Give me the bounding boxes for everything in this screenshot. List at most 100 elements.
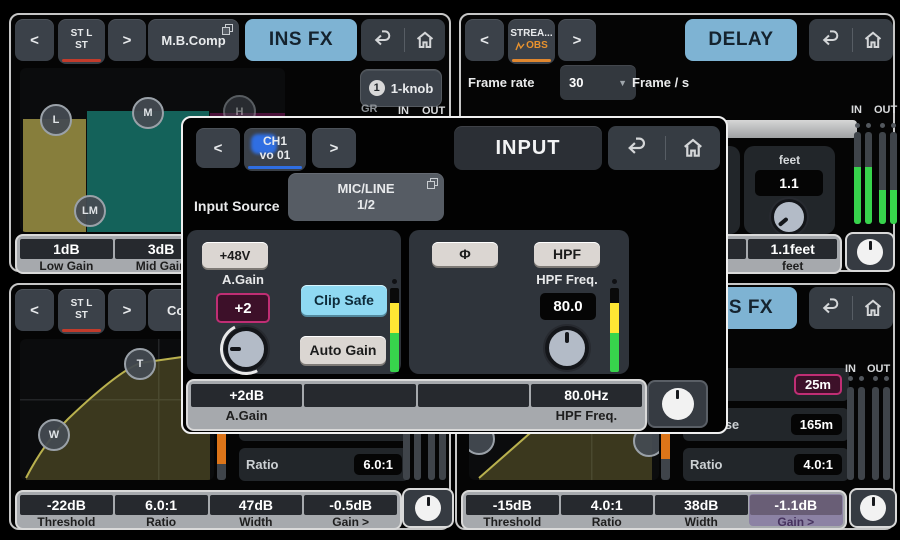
phantom-48v-button[interactable]: +48V (202, 242, 268, 268)
again-value[interactable]: +2 (216, 293, 270, 323)
attack-value[interactable]: 25m (794, 374, 842, 395)
gain-card: +48V A.Gain +2 Clip Safe Auto Gain (187, 230, 401, 374)
home-icon[interactable] (863, 298, 883, 318)
channel-select-button[interactable]: STREA... OBS (508, 19, 555, 64)
chevron-left-icon: < (30, 32, 39, 49)
footer-width[interactable]: 47dBWidth (209, 494, 304, 526)
release-value[interactable]: 165m (791, 414, 842, 435)
footer-ratio[interactable]: 4.0:1Ratio (560, 494, 655, 526)
feet-knob[interactable] (771, 199, 807, 235)
band-mid-knob[interactable]: M (132, 97, 164, 129)
scene-icon (515, 42, 525, 51)
footer-again[interactable]: +2dBA.Gain (190, 383, 303, 427)
footer-cell[interactable] (303, 383, 416, 427)
tab-delay[interactable]: DELAY (685, 19, 797, 61)
band-low-knob[interactable]: L (40, 104, 72, 136)
feet-label: feet (744, 153, 835, 167)
hpf-button[interactable]: HPF (534, 242, 600, 266)
home-icon[interactable] (682, 137, 704, 159)
home-icon[interactable] (863, 30, 883, 50)
chevron-right-icon: > (123, 302, 132, 319)
tab-ins-fx[interactable]: INS FX (245, 19, 357, 61)
footer-gain[interactable]: -0.5dBGain> (303, 494, 398, 526)
channel-select-button[interactable]: ST L ST (58, 19, 105, 64)
in-label: IN (845, 363, 856, 375)
again-knob[interactable] (224, 327, 268, 371)
channel-select-button[interactable]: ST L ST (58, 289, 105, 334)
crossover-lm-knob[interactable]: LM (74, 195, 106, 227)
hpf-freq-knob[interactable] (545, 326, 589, 370)
channel-name-2: ST (75, 310, 88, 322)
ratio-row[interactable]: Ratio 4.0:1 (683, 448, 849, 481)
input-dialog: < CH1 vo 01 > INPUT Input Source MIC/LIN… (181, 116, 728, 434)
chevron-right-icon: > (123, 32, 132, 49)
hpf-freq-value[interactable]: 80.0 (540, 293, 596, 320)
input-source-button[interactable]: MIC/LINE 1/2 (288, 173, 444, 221)
input-source-label: Input Source (194, 198, 280, 214)
footer-low-gain[interactable]: 1dBLow Gain (19, 238, 114, 270)
phase-icon: Φ (459, 246, 471, 262)
ratio-value[interactable]: 4.0:1 (794, 454, 842, 475)
chevron-left-icon: < (214, 140, 223, 157)
knob-icon (415, 495, 441, 521)
in-meter-r (858, 387, 865, 480)
out-label: OUT (874, 104, 897, 116)
dropdown-arrow-icon: ▼ (618, 78, 627, 88)
in-meter-l (854, 132, 861, 224)
prev-channel-button[interactable]: < (15, 19, 54, 61)
auto-gain-button[interactable]: Auto Gain (300, 336, 386, 364)
touch-knob-button[interactable] (845, 232, 895, 272)
footer-threshold[interactable]: -15dBThreshold (465, 494, 560, 526)
threshold-knob[interactable]: T (124, 348, 156, 380)
one-knob-button[interactable]: 1 1-knob (360, 69, 442, 107)
footer-cell[interactable] (417, 383, 530, 427)
clip-dot (884, 376, 889, 381)
copy-icon (222, 24, 233, 35)
next-channel-button[interactable]: > (558, 19, 596, 61)
dialog-title: INPUT (454, 126, 602, 170)
effect-select-button[interactable]: M.B.Comp (148, 19, 239, 61)
chevron-right-icon: > (362, 515, 369, 529)
frame-rate-dropdown[interactable]: 30 ▼ (560, 65, 636, 100)
channel-name: STREA... (510, 28, 552, 40)
ratio-row[interactable]: Ratio 6.0:1 (239, 448, 409, 481)
clip-dot (866, 123, 871, 128)
touch-knob-button[interactable] (402, 488, 454, 528)
out-meter-r (890, 132, 897, 224)
undo-icon[interactable] (819, 30, 841, 50)
clip-dot (891, 123, 896, 128)
param-footer: +2dBA.Gain 80.0HzHPF Freq. (186, 379, 647, 431)
next-channel-button[interactable]: > (312, 128, 356, 168)
touch-knob-button[interactable] (647, 380, 708, 428)
home-icon[interactable] (415, 30, 435, 50)
footer-hpf-freq[interactable]: 80.0HzHPF Freq. (530, 383, 643, 427)
clip-dot (392, 279, 397, 284)
out-meter-l (879, 132, 886, 224)
prev-channel-button[interactable]: < (465, 19, 504, 61)
undo-icon[interactable] (371, 30, 393, 50)
channel-select-button[interactable]: CH1 vo 01 (244, 128, 306, 171)
next-channel-button[interactable]: > (108, 19, 146, 61)
footer-ratio[interactable]: 6.0:1Ratio (114, 494, 209, 526)
clip-safe-button[interactable]: Clip Safe (301, 285, 387, 315)
footer-feet[interactable]: 1.1feetfeet (747, 238, 838, 270)
footer-width[interactable]: 38dBWidth (654, 494, 749, 526)
touch-knob-button[interactable] (849, 488, 897, 528)
chevron-left-icon: < (30, 302, 39, 319)
in-label: IN (851, 104, 862, 116)
next-channel-button[interactable]: > (108, 289, 146, 331)
clip-dot (859, 376, 864, 381)
hpf-card: Φ HPF HPF Freq. 80.0 (409, 230, 629, 374)
footer-threshold[interactable]: -22dBThreshold (19, 494, 114, 526)
chevron-right-icon: > (573, 32, 582, 49)
width-knob[interactable]: W (38, 419, 70, 451)
undo-icon[interactable] (624, 137, 648, 159)
feet-value[interactable]: 1.1 (755, 170, 823, 196)
frame-rate-unit: Frame / s (632, 75, 689, 90)
ratio-value[interactable]: 6.0:1 (354, 454, 402, 475)
undo-icon[interactable] (819, 298, 841, 318)
prev-channel-button[interactable]: < (15, 289, 54, 331)
footer-gain-selected[interactable]: -1.1dBGain> (749, 494, 844, 526)
phase-button[interactable]: Φ (432, 242, 498, 266)
prev-channel-button[interactable]: < (196, 128, 240, 168)
